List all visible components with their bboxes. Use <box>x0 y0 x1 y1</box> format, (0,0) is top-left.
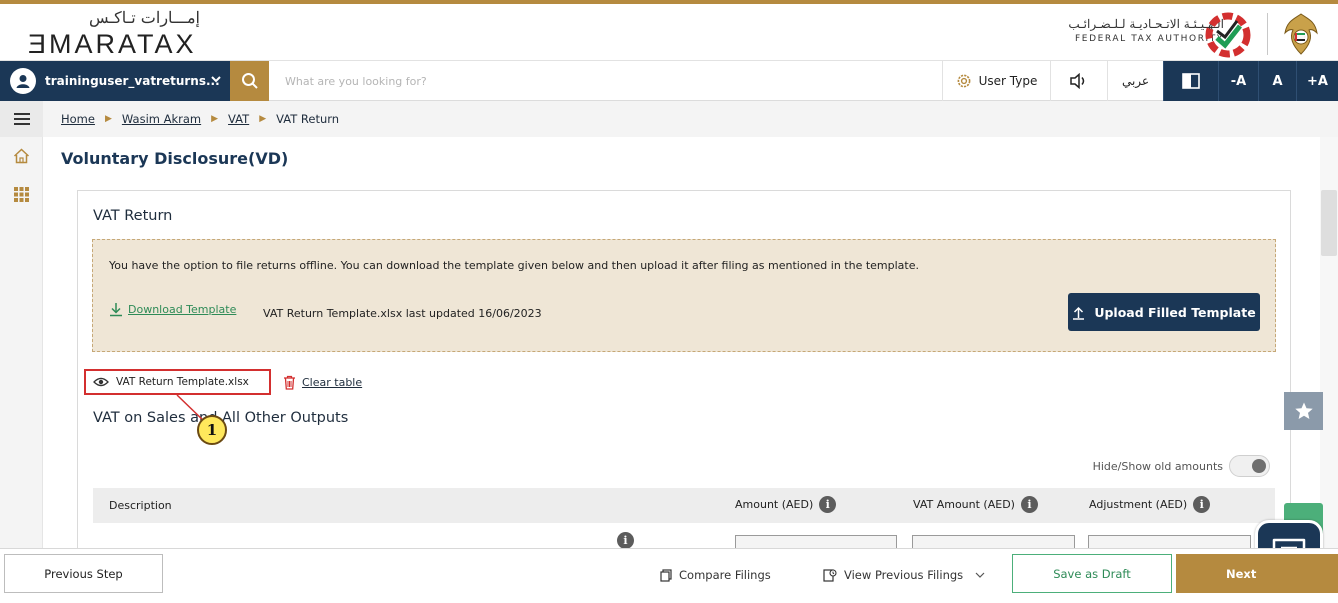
breadcrumb-vat-link[interactable]: VAT <box>228 112 249 126</box>
info-icon[interactable]: i <box>819 496 837 513</box>
user-account-dropdown[interactable]: traininguser_vatreturns... <box>0 61 230 101</box>
vat-amount-input-cell[interactable] <box>912 535 1075 549</box>
column-header-vat-amount-label: VAT Amount (AED) <box>913 498 1015 511</box>
column-header-amount-label: Amount (AED) <box>735 498 814 511</box>
global-search-input[interactable] <box>276 65 936 97</box>
breadcrumb-current: VAT Return <box>276 112 340 126</box>
search-icon <box>241 73 258 89</box>
home-icon <box>13 148 30 164</box>
chevron-down-icon <box>211 76 221 83</box>
fta-english-name: FEDERAL TAX AUTHORITY <box>1075 34 1224 44</box>
user-avatar-icon <box>10 68 36 94</box>
fta-logo-text: الـهـيـئـة الاتـحـاديـة لـلـضـرائـب FEDE… <box>1068 17 1224 44</box>
page-title: Voluntary Disclosure(VD) <box>61 149 289 168</box>
fta-logo: الـهـيـئـة الاتـحـاديـة لـلـضـرائـب FEDE… <box>1036 7 1326 59</box>
breadcrumb: Home ▶ Wasim Akram ▶ VAT ▶ VAT Return <box>43 101 1338 137</box>
font-decrease-button[interactable]: -A <box>1218 61 1258 101</box>
apps-grid-button[interactable] <box>0 175 43 213</box>
contrast-toggle-button[interactable] <box>1163 61 1218 101</box>
text-to-speech-button[interactable] <box>1050 61 1107 101</box>
column-header-amount: Amount (AED) i <box>735 496 837 513</box>
trash-icon <box>284 375 295 390</box>
old-amounts-toggle-label: Hide/Show old amounts <box>1092 459 1223 473</box>
upload-filled-template-label: Upload Filled Template <box>1094 304 1256 320</box>
footer-action-bar: Previous Step Compare Filings View Previ… <box>0 548 1338 603</box>
speaker-icon <box>1070 73 1085 89</box>
left-icon-rail <box>0 101 43 548</box>
vertical-scrollbar-thumb[interactable] <box>1321 190 1337 256</box>
breadcrumb-user-link[interactable]: Wasim Akram <box>122 112 201 126</box>
language-toggle-arabic[interactable]: عربي <box>1107 61 1163 101</box>
column-header-adjustment-label: Adjustment (AED) <box>1089 498 1188 511</box>
sales-table-header: Description Amount (AED) i VAT Amount (AE… <box>93 488 1275 523</box>
grid-icon <box>14 186 29 202</box>
history-document-icon <box>823 568 837 582</box>
contrast-icon <box>1182 73 1200 89</box>
gear-icon <box>957 74 971 88</box>
brand-header: إمـــارات تـاكـس ƎMARATAX الـهـيـئـة الا… <box>0 4 1338 61</box>
logo-arabic-text: إمـــارات تـاكـس <box>89 8 200 27</box>
info-icon[interactable]: i <box>1020 496 1038 513</box>
old-amounts-toggle-row: Hide/Show old amounts <box>1093 455 1270 477</box>
amount-input-cell[interactable] <box>735 535 897 549</box>
old-amounts-toggle-switch[interactable] <box>1229 455 1270 477</box>
username-label: traininguser_vatreturns... <box>45 74 220 88</box>
breadcrumb-arrow-icon: ▶ <box>259 114 267 124</box>
upload-filled-template-button[interactable]: Upload Filled Template <box>1068 293 1260 331</box>
vat-return-card: VAT Return You have the option to file r… <box>77 190 1291 549</box>
logo-english-text: ƎMARATAX <box>28 29 197 59</box>
upload-icon <box>1073 306 1085 320</box>
previous-step-button[interactable]: Previous Step <box>4 554 163 593</box>
user-type-button[interactable]: User Type <box>942 61 1050 101</box>
logo-separator <box>1267 13 1268 55</box>
next-step-button[interactable]: Next <box>1176 554 1338 593</box>
compare-filings-button[interactable]: Compare Filings <box>660 568 771 582</box>
column-header-adjustment: Adjustment (AED) i <box>1089 496 1211 513</box>
info-icon[interactable]: i <box>1193 496 1211 513</box>
favourite-star-button[interactable] <box>1284 392 1323 430</box>
star-icon <box>1294 402 1313 419</box>
emaratax-logo[interactable]: إمـــارات تـاكـس ƎMARATAX <box>28 8 208 59</box>
fta-emblem-icon <box>1205 12 1251 58</box>
column-header-description-label: Description <box>109 499 172 512</box>
clear-table-label: Clear table <box>302 376 363 389</box>
adjustment-input-cell[interactable] <box>1088 535 1251 549</box>
hamburger-menu-button[interactable] <box>0 101 43 137</box>
callout-pointer-line <box>176 394 207 424</box>
fta-arabic-name: الـهـيـئـة الاتـحـاديـة لـلـضـرائـب <box>1068 17 1224 31</box>
compare-icon <box>660 568 672 582</box>
toggle-knob <box>1252 459 1266 473</box>
font-reset-button[interactable]: A <box>1258 61 1296 101</box>
callout-number-badge: 1 <box>197 415 227 445</box>
view-previous-filings-label: View Previous Filings <box>844 568 964 582</box>
compare-filings-label: Compare Filings <box>679 568 771 582</box>
save-as-draft-button[interactable]: Save as Draft <box>1012 554 1172 593</box>
home-nav-button[interactable] <box>0 137 43 175</box>
font-increase-button[interactable]: +A <box>1296 61 1338 101</box>
search-button[interactable] <box>230 61 269 101</box>
info-icon[interactable]: i <box>617 532 634 549</box>
breadcrumb-arrow-icon: ▶ <box>211 114 219 124</box>
column-header-description: Description <box>109 499 172 512</box>
hamburger-icon <box>13 113 30 125</box>
view-previous-filings-dropdown[interactable]: View Previous Filings <box>823 568 992 582</box>
template-last-updated-info: VAT Return Template.xlsx last updated 16… <box>263 307 542 320</box>
column-header-vat-amount: VAT Amount (AED) i <box>913 496 1038 513</box>
top-navigation-bar: traininguser_vatreturns... User Type عرب… <box>0 61 1338 101</box>
breadcrumb-home-link[interactable]: Home <box>61 112 95 126</box>
breadcrumb-arrow-icon: ▶ <box>104 114 112 124</box>
user-type-label: User Type <box>978 74 1038 88</box>
clear-table-link[interactable]: Clear table <box>283 375 362 390</box>
uae-emblem-icon <box>1284 13 1318 55</box>
chevron-down-icon <box>975 572 985 578</box>
